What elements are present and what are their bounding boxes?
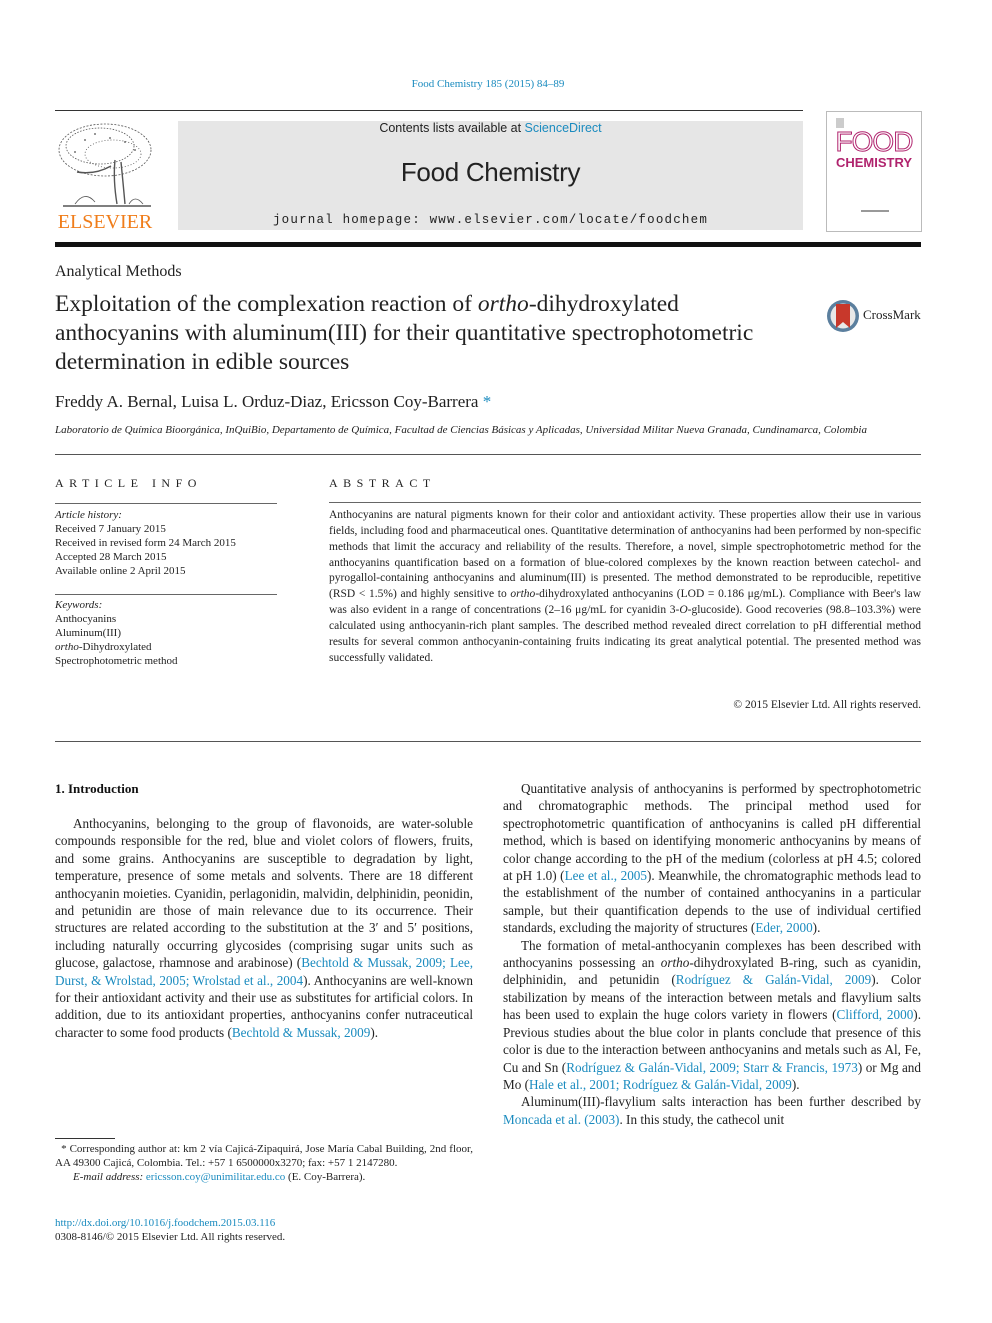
paragraph: Aluminum(III)-flavylium salts interactio… [503, 1093, 921, 1128]
crossmark-icon [827, 300, 859, 332]
citation-link[interactable]: Rodríguez & Galán-Vidal, 2009 [676, 972, 871, 987]
paragraph: Anthocyanins, belonging to the group of … [55, 815, 473, 1041]
author-list: Freddy A. Bernal, Luisa L. Orduz-Diaz, E… [55, 392, 491, 412]
cover-title-food: FOOD [835, 126, 914, 158]
citation-link[interactable]: Rodríguez & Galán-Vidal, 2009; Starr & F… [566, 1060, 858, 1075]
history-label: Article history: [55, 509, 122, 521]
corresponding-author-mark[interactable]: * [483, 392, 492, 411]
citation-link[interactable]: Hale et al., 2001; Rodríguez & Galán-Vid… [529, 1077, 792, 1092]
article-info-heading: ARTICLE INFO [55, 476, 202, 490]
text: ). [812, 920, 821, 936]
abstract-italic: O [679, 604, 688, 617]
citation-link[interactable]: Lee et al., 2005 [565, 868, 647, 883]
header-thick-rule [55, 242, 921, 247]
keyword: ortho-Dihydroxylated [55, 640, 285, 654]
email-line: E-mail address: ericsson.coy@unimilitar.… [55, 1170, 473, 1184]
divider [55, 454, 921, 455]
text: (E. Coy-Barrera). [285, 1171, 366, 1184]
abstract-part: Anthocyanins are natural pigments known … [329, 509, 921, 601]
journal-reference-link[interactable]: Food Chemistry 185 (2015) 84–89 [0, 78, 976, 90]
citation-link[interactable]: Clifford, 2000 [837, 1007, 914, 1022]
cover-title-chemistry: CHEMISTRY [835, 155, 913, 170]
crossmark-label: CrossMark [863, 307, 921, 322]
text: ). [370, 1024, 379, 1040]
authors-names: Freddy A. Bernal, Luisa L. Orduz-Diaz, E… [55, 392, 479, 411]
introduction-heading: 1. Introduction [55, 781, 139, 796]
title-part1: Exploitation of the complexation reactio… [55, 291, 478, 317]
journal-cover-thumbnail[interactable]: FOOD CHEMISTRY [826, 111, 922, 232]
divider [55, 503, 277, 504]
journal-masthead: Contents lists available at ScienceDirec… [178, 121, 803, 230]
body-column-left: Anthocyanins, belonging to the group of … [55, 815, 473, 1041]
section-label: Analytical Methods [55, 263, 182, 280]
divider [55, 594, 277, 595]
paragraph: The formation of metal-anthocyanin compl… [503, 937, 921, 1094]
history-item: Received in revised form 24 March 2015 [55, 537, 236, 549]
keywords-label: Keywords: [55, 599, 103, 611]
text: Corresponding author at: km 2 vía Cajicá… [55, 1143, 473, 1170]
cover-footer-mark [861, 210, 889, 212]
text: . In this study, the cathecol unit [619, 1111, 785, 1127]
elsevier-wordmark: ELSEVIER [57, 211, 153, 233]
abstract-italic: ortho [510, 588, 536, 601]
paragraph: Quantitative analysis of anthocyanins is… [503, 780, 921, 937]
history-item: Available online 2 April 2015 [55, 565, 186, 577]
keyword-rest: -Dihydroxylated [78, 641, 152, 653]
footnote-rule [55, 1138, 115, 1139]
history-item: Accepted 28 March 2015 [55, 551, 167, 563]
text: Anthocyanins, belonging to the group of … [55, 816, 473, 971]
doi-block: http://dx.doi.org/10.1016/j.foodchem.201… [55, 1216, 285, 1244]
tree-icon [58, 123, 152, 207]
email-link[interactable]: ericsson.coy@unimilitar.edu.co [146, 1171, 285, 1183]
history-item: Received 7 January 2015 [55, 523, 166, 535]
keyword: Anthocyanins [55, 613, 117, 625]
citation-link[interactable]: Eder, 2000 [755, 920, 812, 935]
keyword: Aluminum(III) [55, 627, 121, 639]
crossmark-button[interactable]: CrossMark [826, 298, 926, 334]
keyword: Spectrophotometric method [55, 655, 178, 667]
divider [329, 502, 921, 503]
corresponding-author-note: * Corresponding author at: km 2 vía Caji… [55, 1142, 473, 1170]
article-history: Article history: Received 7 January 2015… [55, 508, 285, 578]
abstract-text: Anthocyanins are natural pigments known … [329, 508, 921, 666]
doi-link[interactable]: http://dx.doi.org/10.1016/j.foodchem.201… [55, 1217, 275, 1229]
contents-line: Contents lists available at ScienceDirec… [178, 121, 803, 135]
citation-link[interactable]: Moncada et al. (2003) [503, 1112, 619, 1127]
affiliation: Laboratorio de Química Bioorgánica, InQu… [55, 424, 867, 436]
divider [55, 741, 921, 742]
keyword-italic: ortho [55, 641, 79, 653]
text-italic: ortho [660, 955, 690, 971]
article-title: Exploitation of the complexation reactio… [55, 290, 795, 377]
email-label: E-mail address: [73, 1171, 146, 1184]
abstract-heading: ABSTRACT [329, 476, 436, 490]
text: ). [791, 1076, 800, 1092]
title-italic: ortho [477, 291, 529, 317]
citation-link[interactable]: Bechtold & Mussak, 2009 [232, 1025, 370, 1040]
issn-line: 0308-8146/© 2015 Elsevier Ltd. All right… [55, 1231, 286, 1244]
journal-homepage-link[interactable]: journal homepage: www.elsevier.com/locat… [178, 213, 803, 227]
keywords: Keywords: Anthocyanins Aluminum(III) ort… [55, 598, 285, 668]
sciencedirect-link[interactable]: ScienceDirect [525, 121, 602, 135]
text: Aluminum(III)-flavylium salts interactio… [521, 1094, 921, 1110]
abstract-copyright: © 2015 Elsevier Ltd. All rights reserved… [733, 699, 921, 711]
footnote: * Corresponding author at: km 2 vía Caji… [55, 1142, 473, 1185]
body-column-right: Quantitative analysis of anthocyanins is… [503, 780, 921, 1128]
header-rule [55, 110, 803, 111]
contents-prefix: Contents lists available at [379, 121, 525, 135]
journal-name: Food Chemistry [400, 157, 581, 187]
